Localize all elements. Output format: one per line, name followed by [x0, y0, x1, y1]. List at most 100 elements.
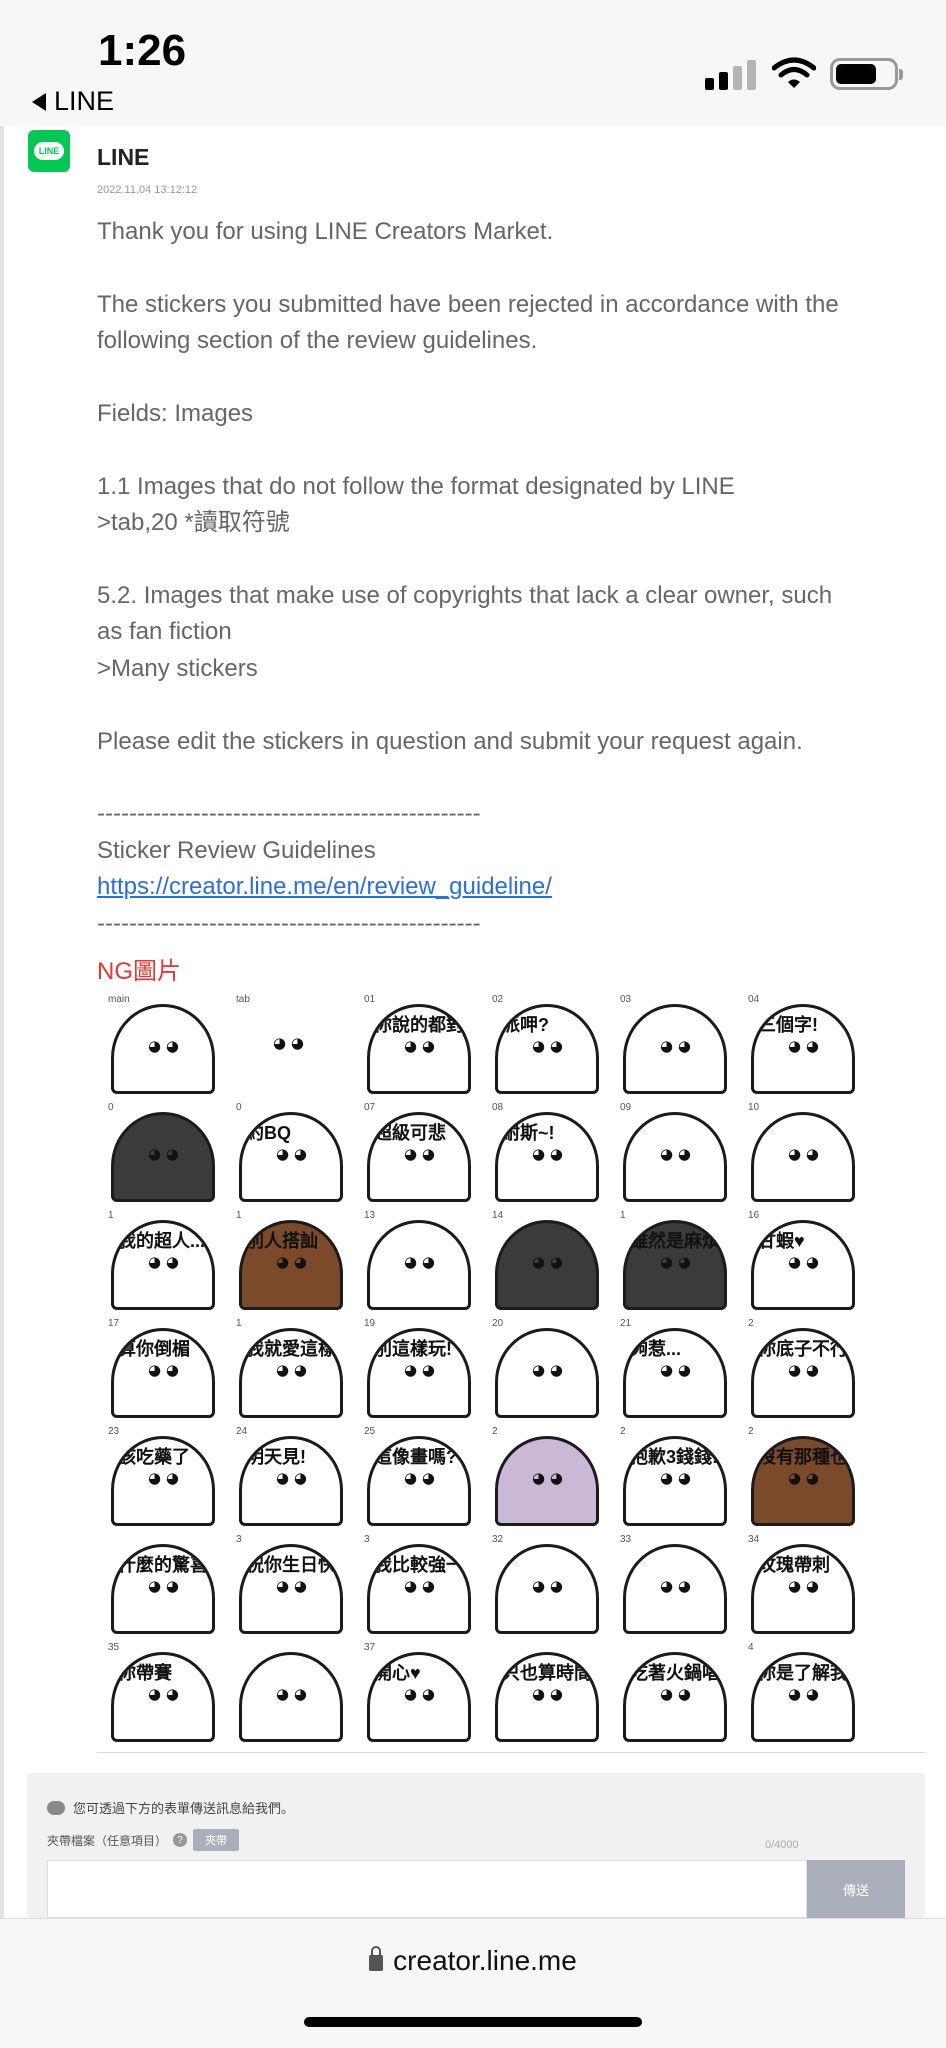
sticker-cell[interactable]: 1 ◕ ◕ 雖然是麻煩的成朱 [616, 1206, 744, 1314]
sticker-image: ◕ ◕ 吃著火鍋唱著歌 [623, 1652, 727, 1742]
sticker-cell[interactable]: main ◕ ◕ [104, 990, 232, 1098]
sticker-cell[interactable]: 10 ◕ ◕ [744, 1098, 872, 1206]
sticker-cell[interactable]: 16 ◕ ◕ 甘蝦♥ [744, 1206, 872, 1314]
sticker-cell[interactable]: ◕ ◕ 什麼的驚喜 [104, 1530, 232, 1638]
chat-icon [47, 1800, 65, 1815]
back-to-line-link[interactable]: LINE [32, 86, 114, 117]
sticker-face-icon: ◕ ◕ [404, 1253, 435, 1271]
sticker-cell[interactable]: 2 ◕ ◕ [488, 1422, 616, 1530]
sticker-cell[interactable]: 02 ◕ ◕ 派呷? [488, 990, 616, 1098]
sticker-cell[interactable]: 0 ◕ ◕ [104, 1098, 232, 1206]
sticker-cell[interactable]: 1 ◕ ◕ 別人搭訕 [232, 1206, 360, 1314]
sticker-number: 34 [748, 1534, 760, 1545]
message-input[interactable] [47, 1860, 807, 1918]
sticker-caption: 開心♥ [374, 1663, 421, 1683]
sticker-image: ◕ ◕ 該吃藥了 [111, 1436, 215, 1526]
sticker-image: ◕ ◕ 甘蝦♥ [751, 1220, 855, 1310]
sticker-cell[interactable]: 25 ◕ ◕ 這像畫嗎? [360, 1422, 488, 1530]
sticker-number: 3 [364, 1534, 370, 1545]
attach-button[interactable]: 夾帶 [193, 1829, 240, 1851]
sticker-number: 0 [236, 1102, 242, 1113]
help-icon[interactable]: ? [173, 1833, 188, 1847]
sticker-cell[interactable]: 04 ◕ ◕ 三個字! [744, 990, 872, 1098]
sticker-cell[interactable]: 20 ◕ ◕ [488, 1314, 616, 1422]
message-line: following section of the review guidelin… [97, 327, 538, 355]
guidelines-link[interactable]: https://creator.line.me/en/review_guidel… [97, 873, 552, 900]
sticker-face-icon: ◕ ◕ [404, 1037, 435, 1055]
sticker-cell[interactable]: 17 ◕ ◕ 算你倒楣 [104, 1314, 232, 1422]
sticker-caption: 你底子不行 [758, 1339, 848, 1359]
sticker-cell[interactable]: 21 ◕ ◕ 夠惹... [616, 1314, 744, 1422]
sticker-cell[interactable]: 08 ◕ ◕ 耐斯~! [488, 1098, 616, 1206]
sticker-number: 37 [364, 1642, 376, 1653]
sticker-cell[interactable]: 2 ◕ ◕ 你底子不行 [744, 1314, 872, 1422]
reply-form: 您可透過下方的表單傳送訊息給我們。 夾帶檔案（任意項目） ? 夾帶 0/4000… [27, 1773, 925, 1918]
sticker-cell[interactable]: 2 ◕ ◕ 抱歉3錢錢! [616, 1422, 744, 1530]
form-note-text: 您可透過下方的表單傳送訊息給我們。 [73, 1801, 295, 1816]
sticker-number: 25 [364, 1426, 376, 1437]
sticker-cell[interactable]: 14 ◕ ◕ [488, 1206, 616, 1314]
sticker-image: ◕ ◕ [751, 1112, 855, 1202]
sticker-face-icon: ◕ ◕ [532, 1361, 563, 1379]
attach-label: 夾帶檔案（任意項目） [47, 1833, 168, 1848]
sticker-cell[interactable]: ◕ ◕ 吃著火鍋唱著歌 [616, 1638, 744, 1746]
sticker-cell[interactable]: 1 ◕ ◕ 我的超人...! [104, 1206, 232, 1314]
sticker-face-icon: ◕ ◕ [660, 1037, 691, 1055]
address-bar[interactable]: creator.line.me [0, 1945, 946, 1977]
sticker-cell[interactable]: ◕ ◕ [232, 1638, 360, 1746]
sticker-cell[interactable]: 03 ◕ ◕ [616, 990, 744, 1098]
sticker-cell[interactable]: 37 ◕ ◕ 開心♥ [360, 1638, 488, 1746]
sticker-face-icon: ◕ ◕ [532, 1577, 563, 1595]
home-indicator[interactable] [304, 2017, 642, 2027]
sticker-caption: 祝你生日快樂。 [246, 1555, 338, 1575]
sticker-caption: 該吃藥了 [118, 1447, 190, 1467]
sticker-cell[interactable]: 34 ◕ ◕ 玫瑰帶刺 [744, 1530, 872, 1638]
sticker-image: ◕ ◕ [239, 1652, 343, 1742]
sticker-image: ◕ ◕ 祝你生日快樂。 [239, 1544, 343, 1634]
sticker-cell[interactable]: 1 ◕ ◕ 我就愛這樣玩! [232, 1314, 360, 1422]
sticker-number: 10 [748, 1102, 760, 1113]
sticker-face-icon: ◕ ◕ [660, 1685, 691, 1703]
sticker-cell[interactable]: 09 ◕ ◕ [616, 1098, 744, 1206]
sticker-number: tab [236, 994, 250, 1005]
sticker-cell[interactable]: 3 ◕ ◕ 我比較強一點點 [360, 1530, 488, 1638]
sticker-cell[interactable]: 19 ◕ ◕ 別這樣玩! [360, 1314, 488, 1422]
sticker-face-icon: ◕ ◕ [788, 1145, 819, 1163]
sticker-cell[interactable]: ◕ ◕ 只也算時間喔。 [488, 1638, 616, 1746]
sticker-cell[interactable]: 13 ◕ ◕ [360, 1206, 488, 1314]
sticker-cell[interactable]: 3 ◕ ◕ 祝你生日快樂。 [232, 1530, 360, 1638]
sticker-image: ◕ ◕ 耐斯~! [495, 1112, 599, 1202]
sticker-cell[interactable]: 23 ◕ ◕ 該吃藥了 [104, 1422, 232, 1530]
sticker-cell[interactable]: tab ◕ ◕ [232, 990, 360, 1098]
sticker-caption: 明天見! [246, 1447, 306, 1467]
sticker-number: 20 [492, 1318, 504, 1329]
message-line: as fan fiction [97, 618, 232, 646]
sticker-number: 08 [492, 1102, 504, 1113]
sticker-cell[interactable]: 01 ◕ ◕ 你說的都對。 [360, 990, 488, 1098]
sticker-number: 1 [236, 1318, 242, 1329]
attach-row: 夾帶檔案（任意項目） ? 夾帶 [47, 1829, 240, 1851]
send-button[interactable]: 傳送 [807, 1860, 905, 1918]
sticker-image: ◕ ◕ 別人搭訕 [239, 1220, 343, 1310]
signal-icon [705, 60, 756, 90]
sticker-image: ◕ ◕ [111, 1004, 215, 1094]
sticker-cell[interactable]: 33 ◕ ◕ [616, 1530, 744, 1638]
sticker-cell[interactable]: 07 ◕ ◕ 超級可悲 [360, 1098, 488, 1206]
sticker-face-icon: ◕ ◕ [148, 1253, 179, 1271]
sticker-image: ◕ ◕ 別這樣玩! [367, 1328, 471, 1418]
sticker-image: ◕ ◕ 你是了解我的! [751, 1652, 855, 1742]
sticker-cell[interactable]: 0 ◕ ◕ 約BQ [232, 1098, 360, 1206]
sticker-cell[interactable]: 4 ◕ ◕ 你是了解我的! [744, 1638, 872, 1746]
sticker-cell[interactable]: 24 ◕ ◕ 明天見! [232, 1422, 360, 1530]
sticker-cell[interactable]: 2 ◕ ◕ 沒有那種也沒錢 [744, 1422, 872, 1530]
sticker-cell[interactable]: 35 ◕ ◕ 你帶賽 [104, 1638, 232, 1746]
sticker-number: 32 [492, 1534, 504, 1545]
sticker-number: 1 [108, 1210, 114, 1221]
sticker-caption: 我的超人...! [118, 1231, 210, 1251]
message-line: >tab,20 *讀取符號 [97, 509, 290, 537]
sticker-face-icon: ◕ ◕ [532, 1145, 563, 1163]
sticker-cell[interactable]: 32 ◕ ◕ [488, 1530, 616, 1638]
form-note: 您可透過下方的表單傳送訊息給我們。 [47, 1798, 294, 1817]
sticker-face-icon: ◕ ◕ [148, 1361, 179, 1379]
sticker-caption: 吃著火鍋唱著歌 [630, 1663, 722, 1683]
